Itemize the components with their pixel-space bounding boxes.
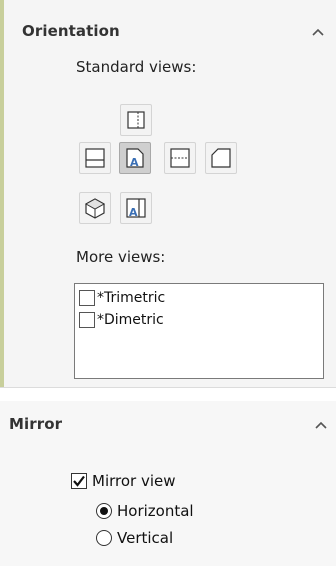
right-view-button[interactable] (164, 142, 196, 174)
mirror-title: Mirror (9, 415, 63, 433)
group-accent-bar (0, 0, 4, 387)
vertical-label: Vertical (117, 529, 174, 547)
trimetric-label: *Trimetric (97, 290, 166, 306)
chevron-up-icon[interactable] (311, 27, 325, 37)
front-view-button[interactable]: A (119, 142, 151, 174)
dimetric-label: *Dimetric (97, 312, 164, 328)
top-view-icon (127, 111, 145, 129)
mirror-view-label: Mirror view (92, 472, 176, 490)
back-view-icon (211, 148, 231, 168)
isometric-view-icon (84, 198, 106, 219)
dimetric-checkbox[interactable] (79, 312, 95, 328)
standard-views-label: Standard views: (76, 58, 197, 76)
chevron-up-icon[interactable] (314, 420, 328, 430)
top-view-button[interactable] (120, 104, 152, 136)
bottom-view-icon: A (126, 198, 146, 219)
orientation-title: Orientation (22, 22, 120, 40)
horizontal-label: Horizontal (117, 502, 194, 520)
back-view-button[interactable] (205, 142, 237, 174)
more-views-label: More views: (76, 248, 166, 266)
vertical-radio[interactable] (96, 530, 112, 546)
more-views-list[interactable]: *Trimetric *Dimetric (74, 283, 324, 379)
property-panel: Orientation Standard views: A A More vie… (0, 0, 336, 566)
bottom-view-button[interactable]: A (120, 192, 152, 224)
mirror-view-checkbox-row[interactable]: Mirror view (71, 472, 176, 490)
section-divider (0, 387, 336, 401)
trimetric-checkbox[interactable] (79, 290, 95, 306)
svg-text:A: A (130, 156, 139, 169)
orientation-group: Orientation Standard views: A A More vie… (0, 0, 336, 387)
isometric-view-button[interactable] (79, 192, 111, 224)
vertical-radio-row[interactable]: Vertical (96, 529, 173, 547)
list-item[interactable]: *Trimetric (79, 287, 165, 309)
checkmark-icon (73, 475, 85, 487)
svg-text:A: A (129, 206, 138, 219)
list-item[interactable]: *Dimetric (79, 309, 164, 331)
mirror-view-checkbox[interactable] (71, 473, 87, 489)
front-view-icon: A (126, 148, 144, 169)
left-view-button[interactable] (79, 142, 111, 174)
horizontal-radio-row[interactable]: Horizontal (96, 502, 194, 520)
horizontal-radio[interactable] (96, 503, 112, 519)
mirror-group: Mirror Mirror view Horizontal Vertical (0, 401, 336, 566)
right-view-icon (170, 148, 190, 168)
radio-selected-dot (100, 507, 108, 515)
left-view-icon (85, 148, 105, 168)
